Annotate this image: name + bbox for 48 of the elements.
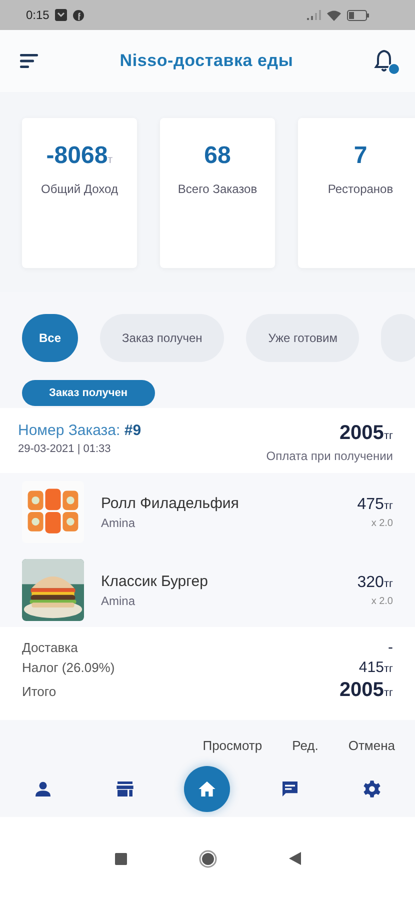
home-button[interactable]: [198, 850, 216, 868]
stat-value: 7: [354, 142, 368, 170]
summary-value: 415тг: [358, 659, 393, 676]
order-action-button[interactable]: Просмотр: [202, 736, 262, 755]
storefront-icon: [115, 779, 136, 799]
order-total: 2005тг: [339, 422, 393, 445]
order-date: 29-03-2021 | 01:33: [18, 443, 112, 455]
chat-icon: [280, 779, 300, 799]
person-icon: [33, 779, 54, 799]
summary-label: Налог (26.09%): [22, 660, 115, 675]
home-tab[interactable]: [184, 766, 230, 812]
item-price: 475тг: [357, 496, 393, 514]
restaurant-name: Amina: [101, 594, 136, 608]
home-icon: [197, 779, 218, 799]
item-quantity: x 2.0: [371, 518, 393, 528]
item-name: Ролл Филадельфия: [101, 494, 240, 512]
order-number: Номер Заказа: #9: [18, 422, 142, 439]
stat-value: -8068т: [46, 142, 113, 170]
stat-value: 68: [204, 142, 231, 170]
payment-method: Оплата при получении: [266, 449, 393, 463]
battery-icon: [347, 10, 369, 20]
back-button[interactable]: [288, 852, 300, 865]
stat-label: Ресторанов: [328, 182, 394, 196]
status-time: 0:15: [26, 8, 50, 22]
summary-value: 2005тг: [339, 679, 393, 702]
order-action-button[interactable]: Отмена: [348, 736, 395, 755]
item-quantity: x 2.0: [371, 596, 393, 606]
summary-label: Доставка: [22, 640, 78, 655]
stat-label: Общий Доход: [41, 182, 118, 196]
filter-chip[interactable]: Уже готовим: [246, 314, 360, 362]
summary-label: Итого: [22, 684, 56, 699]
recents-button[interactable]: [114, 852, 126, 864]
stat-label: Всего Заказов: [178, 182, 258, 196]
order-status-badge: Заказ получен: [22, 380, 154, 406]
summary-value: -: [388, 639, 393, 656]
app-title: Nisso-доставка еды: [120, 51, 294, 71]
item-name: Классик Бургер: [101, 572, 209, 590]
facebook-icon: [73, 10, 84, 20]
item-price: 320тг: [357, 574, 393, 592]
filter-chip[interactable]: Все: [22, 314, 78, 362]
filter-chip[interactable]: Заказ получен: [100, 314, 224, 362]
gear-icon: [362, 779, 382, 799]
message-icon: [55, 9, 68, 21]
signal-icon: [307, 10, 321, 20]
order-action-button[interactable]: Ред.: [292, 736, 318, 755]
restaurant-name: Amina: [101, 516, 136, 530]
wifi-icon: [327, 10, 341, 20]
menu-icon: [20, 54, 40, 68]
